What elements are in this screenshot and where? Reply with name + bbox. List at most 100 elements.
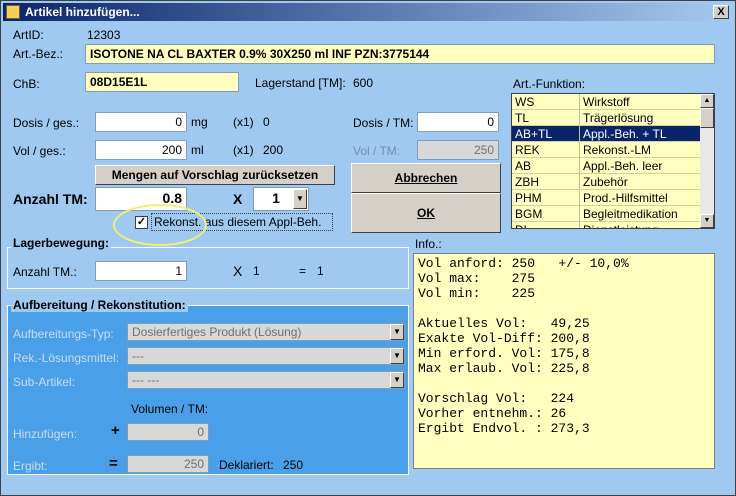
typ-dropdown-icon: ▼ [390, 324, 404, 340]
sub-artikel-combo: --- --- [127, 371, 405, 389]
chb-label: ChB: [13, 77, 40, 91]
scroll-up-icon[interactable]: ▲ [700, 94, 714, 108]
column-divider [579, 94, 580, 110]
close-button[interactable]: X [713, 5, 729, 19]
funktion-code: REK [515, 143, 540, 157]
column-divider [579, 206, 580, 222]
funktion-item-ws[interactable]: WS Wirkstoff [512, 94, 700, 110]
funktion-item-dl[interactable]: DL Dienstleistung [512, 222, 700, 228]
info-label: Info.: [415, 237, 442, 251]
lagerbewegung-title: Lagerbewegung: [11, 236, 112, 250]
column-divider [579, 142, 580, 158]
funktion-item-tl[interactable]: TL Trägerlösung [512, 110, 700, 126]
vol-input[interactable]: 200 [95, 140, 187, 160]
plus-symbol: + [111, 422, 120, 439]
column-divider [579, 190, 580, 206]
chb-field[interactable]: 08D15E1L [85, 72, 239, 92]
funktion-name: Dienstleistung [583, 222, 658, 228]
dosis-tm-input[interactable]: 0 [417, 112, 499, 132]
rek-dropdown-icon: ▼ [390, 348, 404, 364]
column-divider [579, 174, 580, 190]
column-divider [579, 126, 580, 142]
hinzufuegen-label: Hinzufügen: [13, 427, 78, 441]
column-divider [579, 158, 580, 174]
artbez-label: Art.-Bez.: [13, 47, 64, 61]
funktion-item-ab[interactable]: AB Appl.-Beh. leer [512, 158, 700, 174]
funktion-item-rek[interactable]: REK Rekonst.-LM [512, 142, 700, 158]
artbez-field: ISOTONE NA CL BAXTER 0.9% 30X250 ml INF … [85, 44, 715, 64]
funktion-name: Zubehör [583, 175, 628, 189]
window-title: Artikel hinzufügen... [25, 5, 140, 19]
dosis-tm-label: Dosis / TM: [353, 116, 414, 130]
funktion-code: PHM [515, 191, 542, 205]
art-funktion-list[interactable]: WS Wirkstoff TL Trägerlösung AB+TL Appl.-Beh.… [511, 93, 715, 229]
multiply-symbol: X [233, 191, 243, 207]
funktion-code: AB [515, 159, 532, 173]
ergibt-label: Ergibt: [13, 459, 48, 473]
abbrechen-button[interactable]: Abbrechen [351, 163, 501, 193]
vol-tm-input: 250 [417, 140, 499, 160]
aufbereitungs-typ-combo: Dosierfertiges Produkt (Lösung) [127, 323, 405, 341]
title-bar: Artikel hinzufügen... [3, 3, 733, 21]
dosis-input[interactable]: 0 [95, 112, 187, 132]
scroll-down-icon[interactable]: ▼ [700, 214, 714, 228]
funktion-code: ZBH [515, 175, 539, 189]
funktion-code: DL [515, 222, 530, 228]
dialog-window: Artikel hinzufügen... X ArtID: 12303 Art… [0, 0, 736, 496]
lager-equals-symbol: = [299, 264, 307, 278]
ok-button[interactable]: OK [351, 193, 501, 233]
anzahl-tm-label: Anzahl TM: [13, 191, 88, 207]
rek-loesungsmittel-label: Rek.-Lösungsmittel: [13, 351, 120, 365]
rek-loesungsmittel-combo: --- [127, 347, 405, 365]
lager-anzahl-input[interactable]: 1 [95, 261, 187, 281]
column-divider [579, 110, 580, 126]
funktion-item-phm[interactable]: PHM Prod.-Hilfsmittel [512, 190, 700, 206]
funktion-name: Wirkstoff [583, 95, 630, 109]
vol-label: Vol / ges.: [13, 144, 66, 158]
equals-symbol: = [109, 455, 118, 472]
lagerstand-label: Lagerstand [TM]: [255, 76, 346, 90]
dosis-x1-label: (x1) [233, 115, 254, 129]
scroll-thumb[interactable] [700, 108, 714, 128]
lager-multiply-symbol: X [233, 263, 243, 279]
funktion-item-zbh[interactable]: ZBH Zubehör [512, 174, 700, 190]
funktion-name: Appl.-Beh. + TL [583, 127, 667, 141]
funktion-code: TL [515, 111, 530, 125]
aufbereitung-title: Aufbereitung / Rekonstitution: [11, 298, 188, 312]
deklariert-value: 250 [283, 458, 304, 472]
aufbereitungs-typ-label: Aufbereitungs-Typ: [13, 327, 114, 341]
ergibt-input: 250 [127, 455, 209, 473]
funktion-name: Trägerlösung [583, 111, 654, 125]
column-divider [579, 222, 580, 228]
deklariert-label: Deklariert: [219, 458, 274, 472]
hinzufuegen-input: 0 [127, 423, 209, 441]
info-panel: Vol anford: 250 +/- 10,0% Vol max: 275 V… [413, 253, 715, 469]
vol-x1-label: (x1) [233, 143, 254, 157]
funktion-code: BGM [515, 207, 543, 221]
funktion-name: Rekonst.-LM [583, 143, 652, 157]
funktion-name: Prod.-Hilfsmittel [583, 191, 668, 205]
dosis-unit: mg [191, 115, 208, 129]
dosis-x1-value: 0 [263, 115, 270, 129]
funktion-item-bgm[interactable]: BGM Begleitmedikation [512, 206, 700, 222]
funktion-item-abtl[interactable]: AB+TL Appl.-Beh. + TL [512, 126, 700, 142]
funktion-code: WS [515, 95, 535, 109]
app-icon [6, 5, 20, 19]
lagerstand-value: 600 [353, 76, 374, 90]
dosis-label: Dosis / ges.: [13, 116, 80, 130]
art-funktion-label: Art.-Funktion: [513, 77, 586, 91]
artid-value: 12303 [87, 28, 121, 42]
highlight-ellipse [113, 204, 207, 246]
vol-tm-label: Vol / TM: [353, 144, 401, 158]
funktion-name: Begleitmedikation [583, 207, 678, 221]
sub-dropdown-icon: ▼ [390, 372, 404, 388]
vol-unit: ml [191, 143, 204, 157]
list-scrollbar[interactable]: ▲ ▼ [700, 94, 714, 228]
multiplier-dropdown-icon[interactable]: ▼ [293, 189, 307, 209]
funktion-name: Appl.-Beh. leer [583, 159, 663, 173]
sub-artikel-label: Sub-Artikel: [13, 375, 76, 389]
reset-quantities-button[interactable]: Mengen auf Vorschlag zurücksetzen [95, 165, 335, 185]
vol-x1-value: 200 [263, 143, 284, 157]
volumen-tm-label: Volumen / TM: [131, 402, 209, 416]
artid-label: ArtID: [13, 28, 44, 42]
